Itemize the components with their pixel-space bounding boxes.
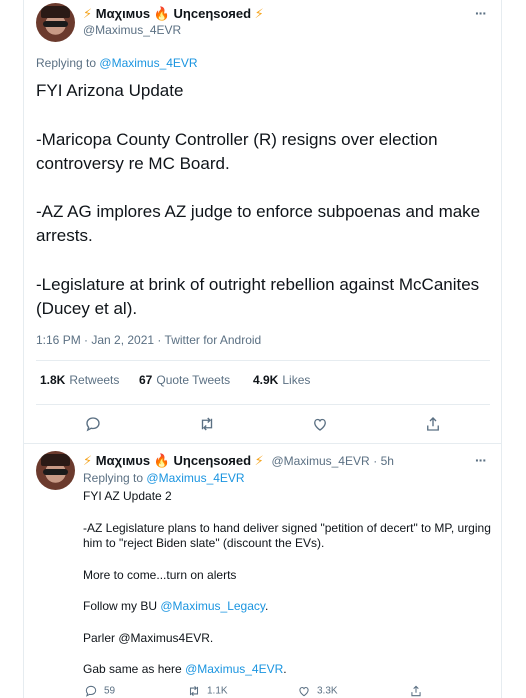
like-action[interactable]: 3.3K (297, 684, 338, 698)
replying-to: Replying to @Maximus_4EVR (83, 471, 245, 485)
tweet-line: FYI Arizona Update (36, 81, 184, 100)
share-action[interactable] (409, 684, 429, 698)
more-icon[interactable]: ··· (475, 452, 487, 468)
tweet-line: -Maricopa County Controller (R) resigns … (36, 130, 438, 173)
tweet-line: -Legislature at brink of outright rebell… (36, 275, 480, 318)
lightning-icon: ⚡ (83, 453, 93, 468)
divider (36, 404, 490, 405)
reply-age[interactable]: 5h (381, 454, 394, 468)
lightning-icon: ⚡ (254, 453, 264, 468)
legacy-link[interactable]: @Maximus_Legacy (160, 599, 265, 613)
avatar[interactable] (36, 451, 75, 490)
reply-line: Gab same as here @Maximus_4EVR. (83, 662, 287, 676)
gab-link[interactable]: @Maximus_4EVR (185, 662, 283, 676)
more-icon[interactable]: ··· (475, 5, 487, 21)
reply-action[interactable]: 59 (84, 684, 115, 698)
reply-line: Parler @Maximus4EVR. (83, 631, 214, 645)
replying-to-link[interactable]: @Maximus_4EVR (146, 471, 244, 485)
replying-to-link[interactable]: @Maximus_4EVR (99, 56, 197, 70)
heart-icon[interactable] (311, 415, 329, 433)
heart-icon (299, 686, 309, 697)
avatar[interactable] (36, 3, 75, 42)
reply-line: FYI AZ Update 2 (83, 489, 172, 503)
fire-icon: 🔥 (153, 6, 170, 21)
divider (23, 443, 502, 444)
author-handle[interactable]: @Maximus_4EVR (83, 23, 181, 37)
likes-stat[interactable]: 4.9K Likes (253, 373, 310, 387)
reply-line: More to come...turn on alerts (83, 568, 237, 582)
tweet-card (23, 0, 502, 698)
reply-line: Follow my BU @Maximus_Legacy. (83, 599, 269, 613)
quote-tweets-stat[interactable]: 67 Quote Tweets (139, 373, 230, 387)
retweet-icon[interactable] (198, 415, 216, 433)
reply-handle[interactable]: @Maximus_4EVR (271, 454, 369, 468)
reply-line: -AZ Legislature plans to hand deliver si… (83, 521, 491, 550)
retweet-icon (189, 685, 199, 697)
replying-to: Replying to @Maximus_4EVR (36, 56, 198, 70)
reply-icon (85, 685, 97, 697)
share-icon (411, 685, 421, 697)
reply-author-line[interactable]: ⚡ Μαχιмυѕ 🔥 Uηcеηѕояеd ⚡ @Maximus_4EVR ·… (83, 453, 394, 469)
tweet-line: -AZ AG implores AZ judge to enforce subp… (36, 202, 481, 245)
lightning-icon: ⚡ (83, 6, 93, 21)
share-icon[interactable] (424, 415, 442, 433)
lightning-icon: ⚡ (254, 6, 264, 21)
fire-icon: 🔥 (153, 453, 170, 468)
retweets-stat[interactable]: 1.8K Retweets (40, 373, 119, 387)
author-name[interactable]: ⚡ Μαχιмυѕ 🔥 Uηcеηѕояеd ⚡ (83, 6, 264, 22)
divider (36, 360, 490, 361)
tweet-timestamp[interactable]: 1:16 PM · Jan 2, 2021 · Twitter for Andr… (36, 333, 261, 347)
retweet-action[interactable]: 1.1K (187, 684, 228, 698)
reply-icon[interactable] (84, 415, 102, 433)
